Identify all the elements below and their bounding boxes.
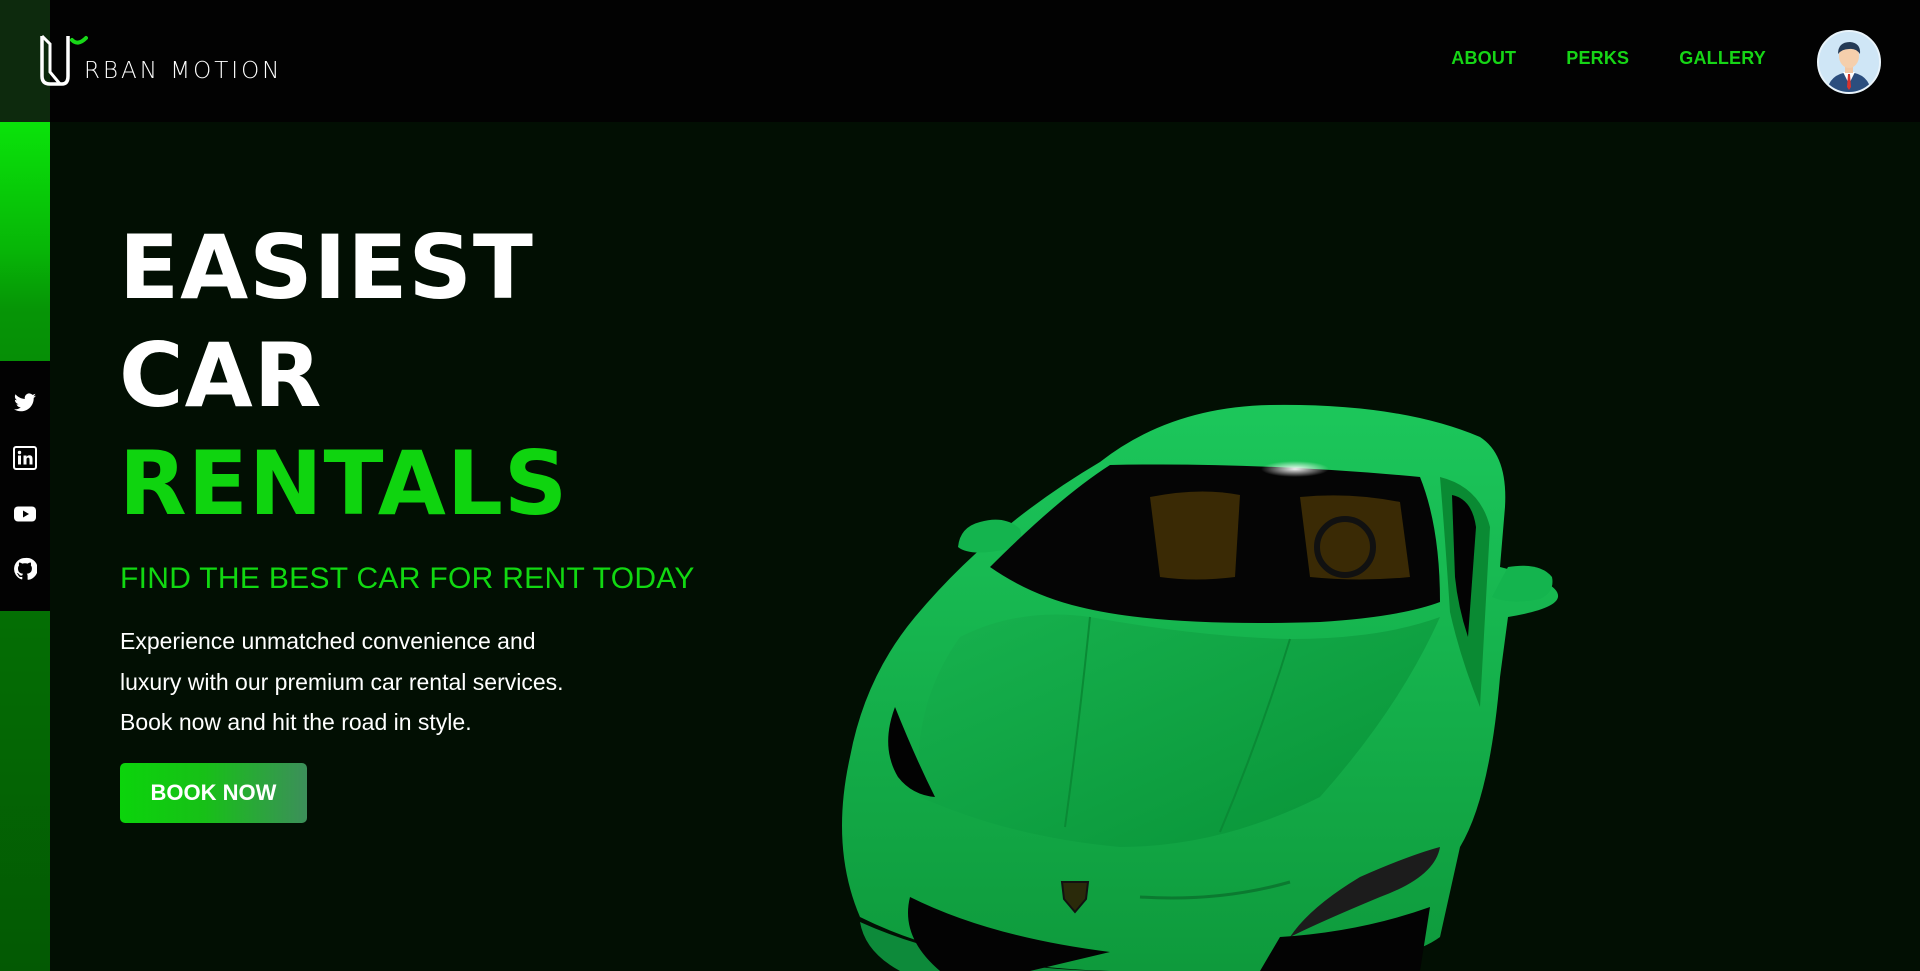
book-now-button[interactable]: BOOK NOW [120,763,307,823]
top-navbar: RBAN MOTION ABOUT PERKS GALLERY [0,0,1920,122]
hero-subtitle: FIND THE BEST CAR FOR RENT TODAY [120,562,695,595]
hero-section: EASIEST CAR RENTALS FIND THE BEST CAR FO… [0,122,1920,971]
nav-gallery[interactable]: GALLERY [1679,48,1766,69]
hero-description: Experience unmatched convenience and lux… [120,621,640,743]
description-line: luxury with our premium car rental servi… [120,668,564,695]
twitter-icon[interactable] [11,389,39,417]
headline-line-3: RENTALS [119,432,569,535]
brand-name: RBAN MOTION [84,58,283,84]
github-icon[interactable] [11,555,39,583]
social-links [0,361,50,611]
description-line: Experience unmatched convenience and [120,628,536,654]
youtube-icon[interactable] [11,500,39,528]
left-accent-sidebar [0,122,50,971]
linkedin-icon[interactable] [11,444,39,472]
headline-line-2: CAR [119,324,323,427]
headline-line-1: EASIEST [119,216,534,319]
nav-perks[interactable]: PERKS [1566,48,1629,69]
sports-car-image [842,404,1559,971]
user-avatar[interactable] [1817,30,1881,94]
logo-mark-icon [40,34,88,86]
description-line: Book now and hit the road in style. [120,709,472,735]
brand-logo[interactable]: RBAN MOTION [38,32,282,88]
main-nav: ABOUT PERKS GALLERY [1451,48,1766,69]
avatar-person-icon [1819,32,1879,92]
nav-about[interactable]: ABOUT [1451,48,1516,69]
hero-headline: EASIEST CAR RENTALS [119,214,568,538]
